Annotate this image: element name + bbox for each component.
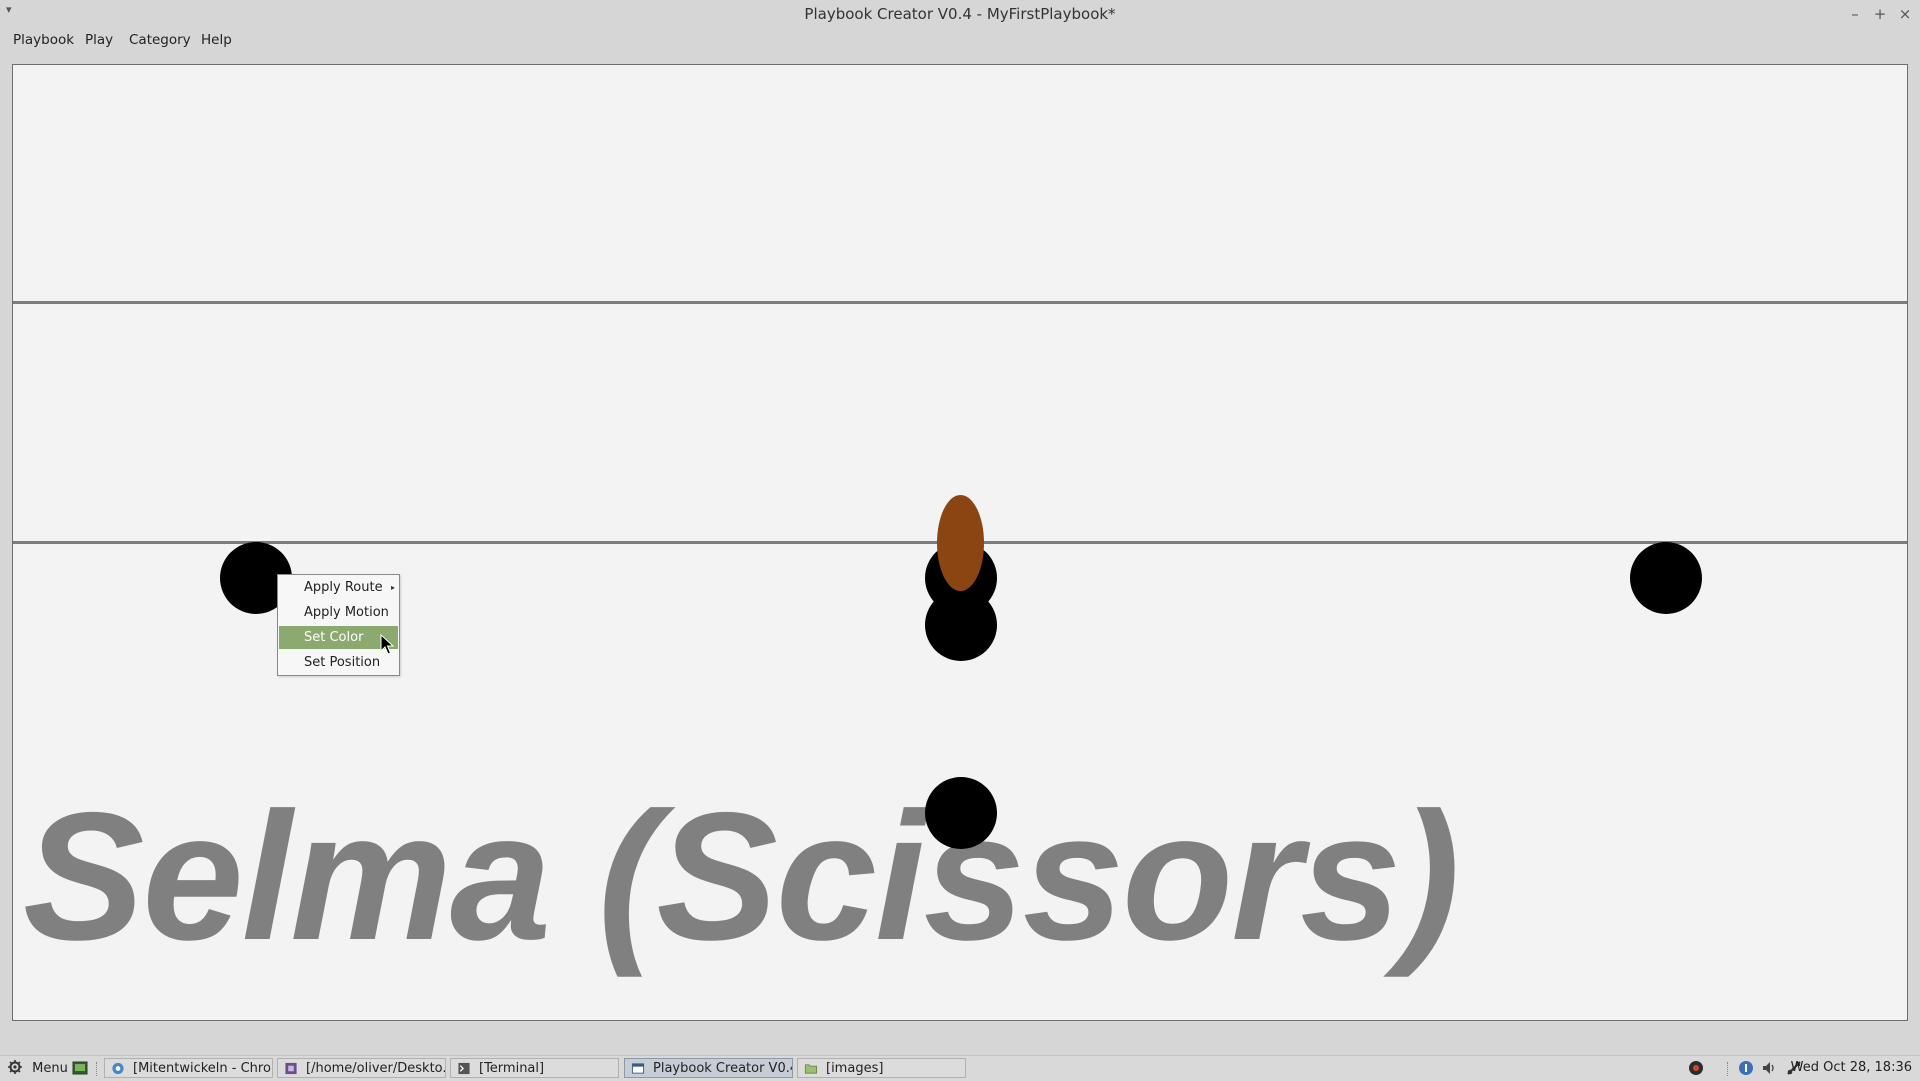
gear-icon (8, 1060, 22, 1074)
clock[interactable]: Wed Oct 28, 18:36 (1791, 1056, 1912, 1080)
editor-icon (285, 1062, 297, 1075)
task-playbook-creator[interactable]: Playbook Creator V0.4... (624, 1058, 793, 1078)
menu-item-label: Apply Motion (304, 605, 389, 620)
mouse-cursor-icon (380, 634, 394, 655)
menu-item-label: Set Color (304, 630, 364, 645)
maximize-icon[interactable]: + (1870, 4, 1890, 24)
menubar: Playbook Play Category Help (0, 29, 1920, 51)
window-titlebar: ▾ Playbook Creator V0.4 - MyFirstPlayboo… (0, 0, 1920, 29)
play-name-label: Selma (Scissors) (23, 774, 1460, 978)
player-quarterback[interactable] (925, 589, 997, 661)
update-manager-icon[interactable] (1688, 1060, 1704, 1076)
start-menu-label: Menu (32, 1061, 68, 1076)
task-label: [images] (826, 1061, 884, 1076)
window-title: Playbook Creator V0.4 - MyFirstPlaybook* (804, 5, 1116, 23)
task-label: Playbook Creator V0.4... (653, 1061, 792, 1076)
taskbar: Menu [Mitentwickeln - Chro... [/home/oli… (0, 1055, 1920, 1081)
task-terminal[interactable]: [Terminal] (450, 1058, 619, 1078)
menu-item-apply-route[interactable]: Apply Route ▸ (279, 576, 398, 599)
task-label: [Mitentwickeln - Chro... (133, 1061, 273, 1076)
menu-play[interactable]: Play (85, 29, 113, 51)
task-label: [/home/oliver/Deskto... (306, 1061, 446, 1076)
yard-line (13, 301, 1907, 304)
menu-item-label: Apply Route (304, 580, 383, 595)
task-images[interactable]: [images] (797, 1058, 966, 1078)
terminal-icon (458, 1062, 470, 1075)
close-icon[interactable]: × (1895, 4, 1915, 24)
task-editor[interactable]: [/home/oliver/Deskto... (277, 1058, 446, 1078)
menu-playbook[interactable]: Playbook (13, 29, 74, 51)
folder-icon (804, 1064, 818, 1074)
menu-help[interactable]: Help (201, 29, 232, 51)
menu-category[interactable]: Category (129, 29, 191, 51)
task-chrome[interactable]: [Mitentwickeln - Chro... (104, 1058, 273, 1078)
player-running-back[interactable] (925, 777, 997, 849)
taskbar-separator (96, 1062, 98, 1076)
menu-item-label: Set Position (304, 655, 381, 670)
task-label: [Terminal] (479, 1061, 545, 1076)
player-right-receiver[interactable] (1630, 542, 1702, 614)
shield-icon[interactable] (1738, 1060, 1754, 1076)
submenu-arrow-icon: ▸ (390, 583, 395, 592)
show-desktop-icon[interactable] (72, 1060, 88, 1076)
minimize-icon[interactable]: – (1845, 4, 1865, 24)
player-context-menu: Apply Route ▸ Apply Motion Set Color Set… (277, 574, 400, 676)
chrome-icon (112, 1062, 124, 1075)
football[interactable] (937, 495, 984, 591)
volume-icon[interactable] (1761, 1060, 1777, 1076)
window-icon (631, 1063, 645, 1074)
play-field-canvas[interactable]: Selma (Scissors) (12, 64, 1908, 1021)
tray-separator (1727, 1062, 1729, 1076)
start-menu-button[interactable]: Menu (8, 1058, 68, 1079)
menu-item-apply-motion[interactable]: Apply Motion (279, 601, 398, 624)
